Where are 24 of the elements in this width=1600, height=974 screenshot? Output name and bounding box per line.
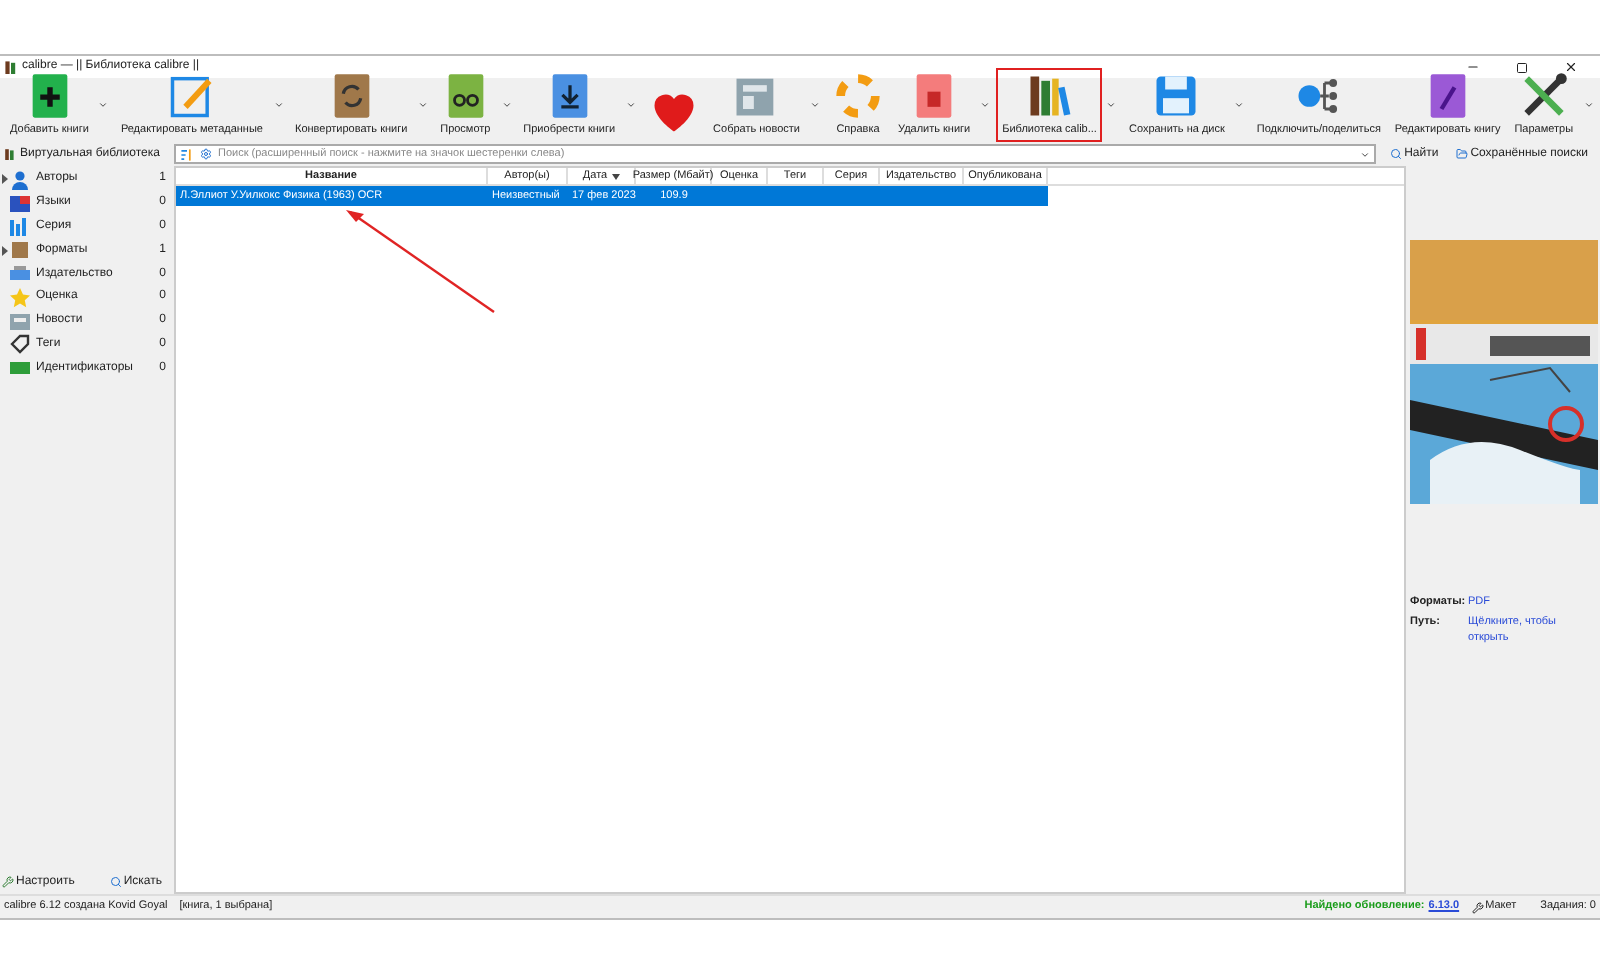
minimize-icon[interactable] (1466, 60, 1480, 74)
maximize-icon[interactable] (1516, 61, 1528, 73)
books-icon (4, 60, 18, 74)
folder-icon (1456, 148, 1469, 160)
sort-arrow-icon[interactable] (611, 173, 620, 179)
flag-icon (10, 193, 30, 214)
printer-icon (10, 264, 30, 285)
star-icon (10, 287, 30, 308)
search-icon (1390, 148, 1403, 160)
expand-arrow-icon[interactable] (0, 245, 10, 256)
search-icon (109, 876, 122, 888)
newspaper-icon (10, 311, 30, 332)
expand-arrow-icon[interactable] (0, 174, 10, 185)
book-icon (10, 240, 30, 261)
sort-text-icon (180, 147, 194, 161)
books-icon (4, 148, 16, 160)
lifebuoy-icon (832, 70, 884, 122)
settings-icon[interactable] (200, 148, 212, 160)
person-icon (10, 169, 30, 190)
wrench-icon (1471, 901, 1484, 913)
wrench-icon (2, 876, 14, 888)
bars-icon (10, 216, 30, 237)
tag-icon (10, 334, 30, 355)
close-icon[interactable] (1564, 60, 1578, 74)
